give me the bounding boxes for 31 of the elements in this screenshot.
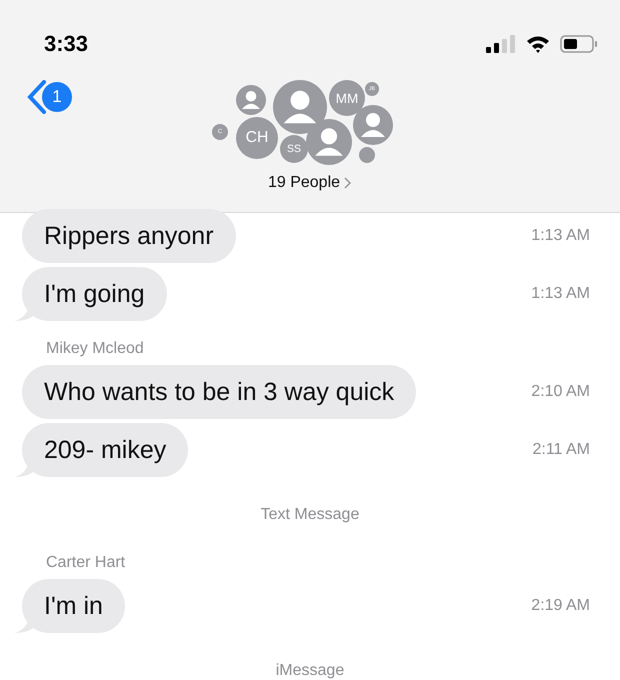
avatar: CH <box>236 117 278 159</box>
service-label: iMessage <box>274 661 346 680</box>
sender-name: Mikey Mcleod <box>45 339 145 359</box>
message-bubble: I'm going <box>22 267 167 321</box>
service-label: Text Message <box>260 505 360 525</box>
chevron-left-icon <box>26 80 48 114</box>
wifi-icon <box>526 35 550 53</box>
message-bubble: Who wants to be in 3 way quick <box>22 365 416 419</box>
clock: 3:33 <box>44 31 88 57</box>
message-bubble: I'm in <box>22 579 125 633</box>
avatar <box>273 80 327 134</box>
sender-name: Carter Hart <box>45 553 126 573</box>
avatar: SS <box>280 135 308 163</box>
battery-icon <box>560 35 598 53</box>
timestamp: 1:13 AM <box>531 227 590 245</box>
avatar <box>353 105 393 145</box>
timestamp: 2:19 AM <box>531 597 590 615</box>
timestamp: 2:11 AM <box>532 441 590 459</box>
message-bubble: Rippers anyonr <box>22 209 236 263</box>
timestamp: 2:10 AM <box>531 383 590 401</box>
avatar <box>306 119 352 165</box>
back-button[interactable]: 1 <box>26 80 72 114</box>
avatar <box>359 147 375 163</box>
message-bubble: 209- mikey <box>22 423 188 477</box>
unread-badge: 1 <box>42 82 72 112</box>
timestamp: 1:13 AM <box>531 285 590 303</box>
signal-icon <box>486 35 516 53</box>
chevron-right-icon <box>344 177 352 189</box>
avatar: MM <box>329 80 365 116</box>
avatar <box>236 85 266 115</box>
group-title[interactable]: 19 People <box>268 174 352 192</box>
